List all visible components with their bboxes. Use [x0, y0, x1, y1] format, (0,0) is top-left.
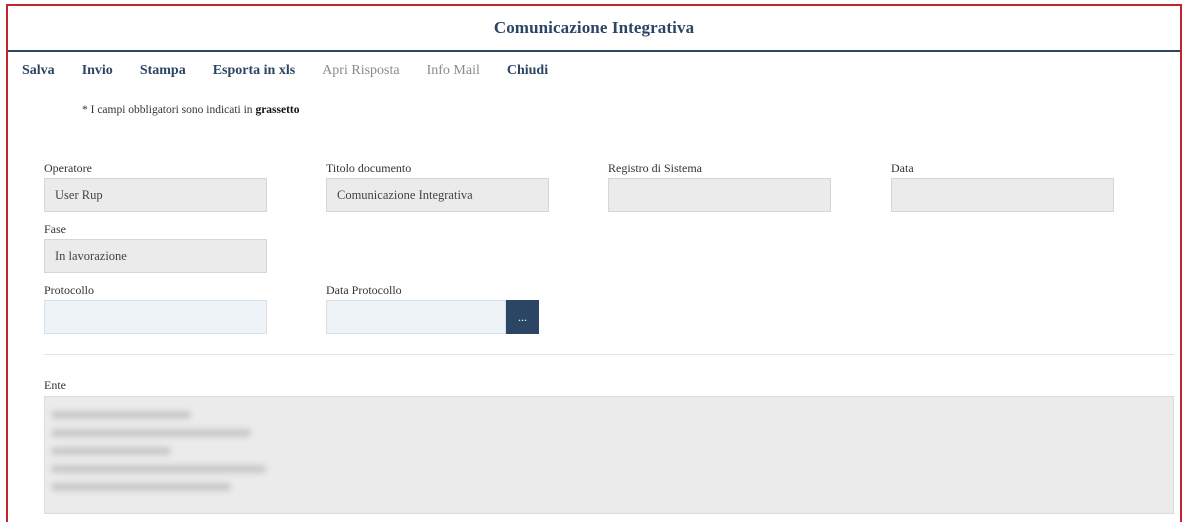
note-bold-word: grassetto: [255, 104, 300, 116]
data-field: [891, 178, 1114, 212]
export-xls-button[interactable]: Esporta in xls: [213, 63, 295, 79]
mandatory-fields-note: * I campi obbligatori sono indicati in g…: [82, 104, 300, 116]
ente-label: Ente: [44, 378, 66, 392]
titolo-documento-value: Comunicazione Integrativa: [337, 187, 473, 202]
operatore-field: User Rup: [44, 178, 267, 212]
close-button[interactable]: Chiudi: [507, 63, 548, 79]
toolbar: Salva Invio Stampa Esporta in xls Apri R…: [22, 59, 575, 83]
title-bar: Comunicazione Integrativa: [8, 6, 1180, 52]
print-button[interactable]: Stampa: [140, 63, 186, 79]
fase-value: In lavorazione: [55, 248, 127, 263]
data-protocollo-input[interactable]: [326, 300, 506, 334]
date-picker-label: ...: [518, 309, 527, 324]
info-mail-button[interactable]: Info Mail: [427, 63, 480, 79]
note-text: * I campi obbligatori sono indicati in: [82, 104, 256, 116]
section-divider: [44, 354, 1174, 355]
send-button[interactable]: Invio: [82, 63, 113, 79]
protocollo-input[interactable]: [44, 300, 267, 334]
data-label: Data: [891, 161, 914, 175]
registro-sistema-field: [608, 178, 831, 212]
ente-field: [44, 396, 1174, 514]
save-button[interactable]: Salva: [22, 63, 55, 79]
data-protocollo-label: Data Protocollo: [326, 283, 402, 297]
operatore-value: User Rup: [55, 187, 103, 202]
titolo-documento-field: Comunicazione Integrativa: [326, 178, 549, 212]
page-title: Comunicazione Integrativa: [493, 18, 695, 37]
protocollo-label: Protocollo: [44, 283, 94, 297]
open-response-button[interactable]: Apri Risposta: [322, 63, 399, 79]
fase-label: Fase: [44, 222, 66, 236]
registro-sistema-label: Registro di Sistema: [608, 161, 702, 175]
fase-field: In lavorazione: [44, 239, 267, 273]
operatore-label: Operatore: [44, 161, 92, 175]
titolo-documento-label: Titolo documento: [326, 161, 412, 175]
main-frame: Comunicazione Integrativa Salva Invio St…: [6, 4, 1182, 522]
date-picker-button[interactable]: ...: [506, 300, 539, 334]
